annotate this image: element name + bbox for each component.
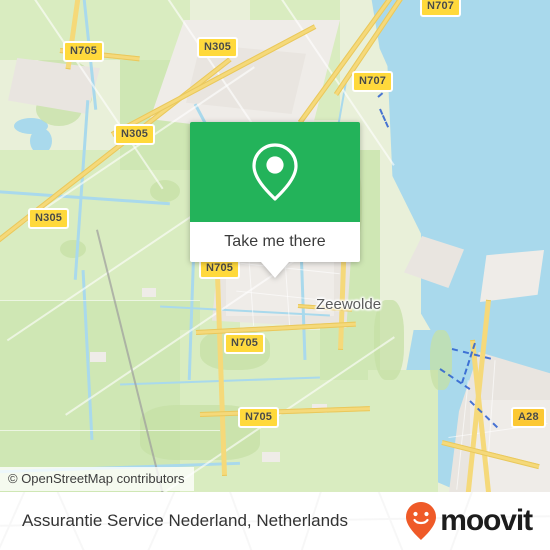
- map-pin-icon: [252, 143, 298, 201]
- road-shield: N705: [63, 41, 105, 62]
- moovit-pin-smile-icon: [406, 502, 437, 540]
- road-shield: N305: [28, 208, 70, 229]
- place-title: Assurantie Service Nederland, Netherland…: [22, 511, 349, 530]
- footer-bar: Assurantie Service Nederland, Netherland…: [0, 492, 550, 550]
- destination-callout-card[interactable]: Take me there: [190, 122, 360, 278]
- callout-pin-area: [190, 122, 360, 222]
- moovit-wordmark: moovit: [440, 504, 533, 537]
- moovit-brand[interactable]: moovit: [404, 501, 533, 541]
- road-shield: A28: [511, 407, 546, 428]
- map-screenshot: Zeewolde N707 N705 N305 N707 N305 N305 N705 N70…: [0, 0, 550, 550]
- take-me-there-label: Take me there: [224, 233, 326, 250]
- road-shield: N707: [420, 0, 462, 17]
- callout-action-area[interactable]: Take me there: [190, 222, 360, 262]
- road-shield: N305: [197, 37, 239, 58]
- road-shield: N707: [352, 71, 394, 92]
- map-canvas[interactable]: Zeewolde N707 N705 N305 N707 N305 N305 N705 N70…: [0, 0, 550, 492]
- road-shield: N305: [114, 124, 156, 145]
- road-shield: N705: [238, 407, 280, 428]
- callout-pointer-tip: [261, 262, 289, 278]
- osm-attribution[interactable]: © OpenStreetMap contributors: [0, 467, 194, 491]
- road-shield: N705: [224, 333, 266, 354]
